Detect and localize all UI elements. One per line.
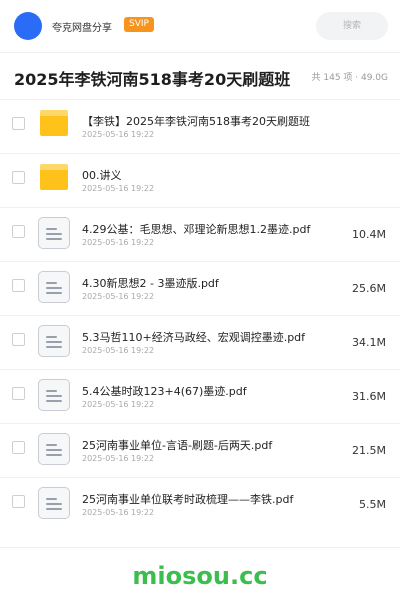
header: 夸克网盘分享 SVIP bbox=[0, 0, 400, 52]
share-title-row: 2025年李铁河南518事考20天刷题班 共 145 项 · 49.0G bbox=[0, 53, 400, 99]
file-name[interactable]: 5.3马哲110+经济马政经、宏观调控墨迹.pdf bbox=[82, 329, 305, 345]
select-checkbox[interactable] bbox=[12, 171, 25, 184]
list-item[interactable]: 00.讲义 2025-05-16 19:22 bbox=[0, 153, 400, 207]
file-date: 2025-05-16 19:22 bbox=[82, 346, 155, 355]
search-input[interactable] bbox=[316, 12, 388, 40]
file-name[interactable]: 【李铁】2025年李铁河南518事考20天刷题班 bbox=[82, 113, 310, 129]
site-name: 夸克网盘分享 bbox=[52, 23, 112, 34]
file-size: 21.5M bbox=[352, 444, 386, 457]
file-size: 34.1M bbox=[352, 336, 386, 349]
svip-badge: SVIP bbox=[124, 17, 154, 32]
watermark: miosou.cc bbox=[132, 562, 268, 590]
select-checkbox[interactable] bbox=[12, 441, 25, 454]
file-date: 2025-05-16 19:22 bbox=[82, 238, 155, 247]
avatar[interactable] bbox=[14, 12, 42, 40]
select-checkbox[interactable] bbox=[12, 333, 25, 346]
document-icon bbox=[38, 487, 70, 519]
select-checkbox[interactable] bbox=[12, 495, 25, 508]
document-icon bbox=[38, 379, 70, 411]
file-date: 2025-05-16 19:22 bbox=[82, 400, 155, 409]
file-size: 25.6M bbox=[352, 282, 386, 295]
select-checkbox[interactable] bbox=[12, 225, 25, 238]
file-list: 【李铁】2025年李铁河南518事考20天刷题班 2025-05-16 19:22… bbox=[0, 99, 400, 531]
select-checkbox[interactable] bbox=[12, 279, 25, 292]
file-name[interactable]: 5.4公基时政123+4(67)墨迹.pdf bbox=[82, 383, 247, 399]
page-title: 2025年李铁河南518事考20天刷题班 bbox=[14, 70, 291, 89]
document-icon bbox=[38, 217, 70, 249]
list-item[interactable]: 25河南事业单位-言语-刷题-后两天.pdf 2025-05-16 19:22 21… bbox=[0, 423, 400, 477]
list-item[interactable]: 4.29公基：毛思想、邓理论新思想1.2墨迹.pdf 2025-05-16 19:… bbox=[0, 207, 400, 261]
share-meta: 共 145 项 · 49.0G bbox=[311, 73, 389, 83]
file-size: 31.6M bbox=[352, 390, 386, 403]
file-name[interactable]: 25河南事业单位-言语-刷题-后两天.pdf bbox=[82, 437, 272, 453]
document-icon bbox=[38, 433, 70, 465]
file-name[interactable]: 00.讲义 bbox=[82, 167, 122, 183]
list-item[interactable]: 5.4公基时政123+4(67)墨迹.pdf 2025-05-16 19:22 31… bbox=[0, 369, 400, 423]
folder-icon bbox=[40, 110, 68, 136]
file-name[interactable]: 4.29公基：毛思想、邓理论新思想1.2墨迹.pdf bbox=[82, 221, 310, 237]
footer-divider bbox=[0, 547, 400, 548]
file-name[interactable]: 25河南事业单位联考时政梳理——李铁.pdf bbox=[82, 491, 293, 507]
list-item[interactable]: 【李铁】2025年李铁河南518事考20天刷题班 2025-05-16 19:22 bbox=[0, 99, 400, 153]
file-name[interactable]: 4.30新思想2 - 3墨迹版.pdf bbox=[82, 275, 219, 291]
file-size: 5.5M bbox=[359, 498, 386, 511]
file-date: 2025-05-16 19:22 bbox=[82, 292, 155, 301]
file-date: 2025-05-16 19:22 bbox=[82, 508, 155, 517]
file-date: 2025-05-16 19:22 bbox=[82, 454, 155, 463]
document-icon bbox=[38, 271, 70, 303]
file-date: 2025-05-16 19:22 bbox=[82, 184, 155, 193]
list-item[interactable]: 5.3马哲110+经济马政经、宏观调控墨迹.pdf 2025-05-16 19:2… bbox=[0, 315, 400, 369]
document-icon bbox=[38, 325, 70, 357]
file-date: 2025-05-16 19:22 bbox=[82, 130, 155, 139]
file-size: 10.4M bbox=[352, 228, 386, 241]
select-checkbox[interactable] bbox=[12, 387, 25, 400]
select-checkbox[interactable] bbox=[12, 117, 25, 130]
list-item[interactable]: 25河南事业单位联考时政梳理——李铁.pdf 2025-05-16 19:22 5.… bbox=[0, 477, 400, 531]
list-item[interactable]: 4.30新思想2 - 3墨迹版.pdf 2025-05-16 19:22 25.6M bbox=[0, 261, 400, 315]
folder-icon bbox=[40, 164, 68, 190]
